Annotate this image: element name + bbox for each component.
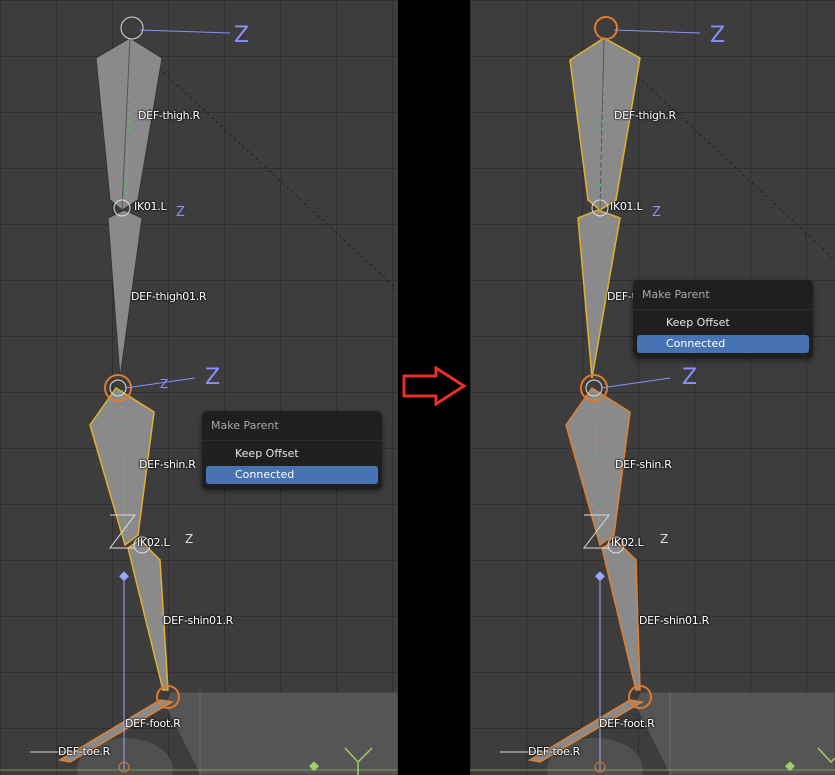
arrow-right-icon (402, 366, 467, 406)
keep-offset-option[interactable]: Keep Offset (206, 445, 378, 463)
bone-label: DEF-shin01.R (163, 614, 233, 627)
bone-label: DEF-thigh01.R (131, 290, 207, 303)
make-parent-menu[interactable]: Make Parent Keep Offset Connected (202, 411, 382, 489)
viewport-before[interactable]: Z Z Z Z Z DEF-thigh.R IK01.L DEF-thigh01… (0, 0, 398, 775)
bone-label: DEF-toe.R (58, 745, 110, 758)
menu-divider (633, 309, 813, 310)
bone-label: DEF-foot.R (599, 717, 655, 730)
svg-text:Z: Z (160, 377, 168, 391)
svg-text:Z: Z (660, 532, 668, 546)
bone-label: IK01.L (134, 200, 167, 213)
z-axis-icon: Z (234, 23, 249, 48)
bone-label: DEF-shin.R (139, 458, 196, 471)
make-parent-menu[interactable]: Make Parent Keep Offset Connected (633, 280, 813, 358)
bone-label: DEF-toe.R (528, 745, 580, 758)
svg-text:Z: Z (205, 365, 220, 390)
svg-text:Z: Z (652, 205, 661, 220)
connected-option[interactable]: Connected (637, 335, 809, 353)
menu-title: Make Parent (642, 288, 710, 301)
bone-label: DEF-shin.R (615, 458, 672, 471)
svg-text:Z: Z (710, 23, 725, 48)
svg-text:Z: Z (682, 365, 697, 390)
svg-text:Z: Z (185, 532, 193, 546)
connected-option[interactable]: Connected (206, 466, 378, 484)
bone-label: IK02.L (137, 536, 170, 549)
bone-label: IK01.L (610, 200, 643, 213)
bone-label: DEF-foot.R (125, 717, 181, 730)
bone-label: DEF-shin01.R (639, 614, 709, 627)
menu-divider (202, 440, 382, 441)
svg-text:Z: Z (176, 205, 185, 220)
bone-label: IK02.L (611, 536, 644, 549)
bone-label: DEF-thigh.R (614, 109, 676, 122)
keep-offset-option[interactable]: Keep Offset (637, 314, 809, 332)
viewport-after[interactable]: Z Z Z Z DEF-thigh.R IK01.L DEF-thigh01.R… (470, 0, 835, 775)
menu-title: Make Parent (211, 419, 279, 432)
bone-label: DEF-thigh.R (138, 109, 200, 122)
